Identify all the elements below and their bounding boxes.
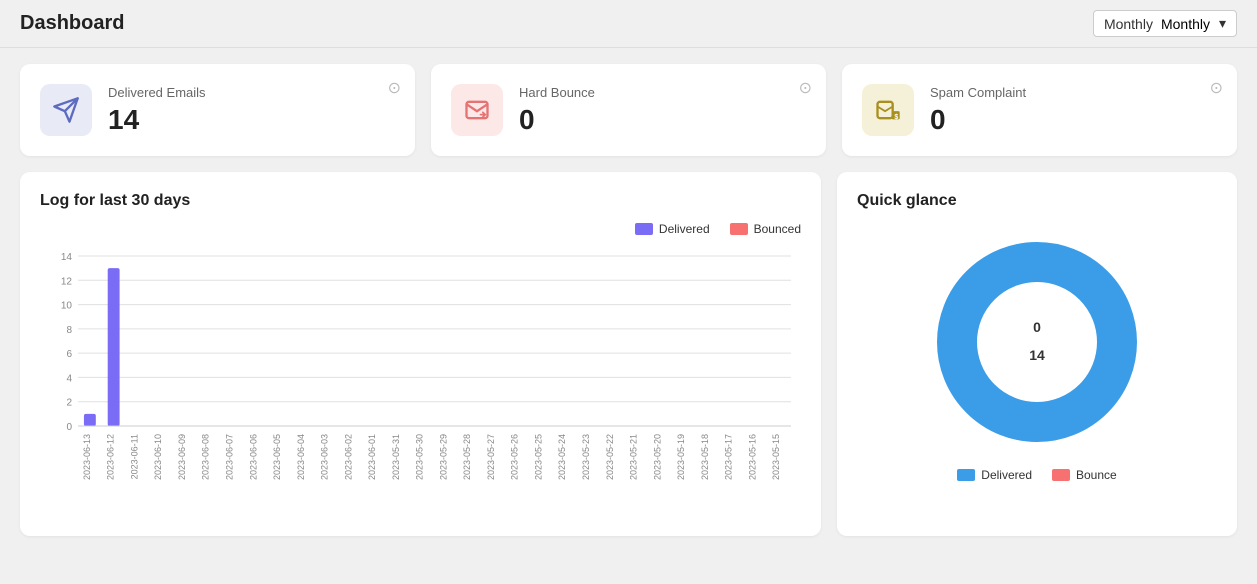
svg-text:4: 4 <box>66 373 72 384</box>
svg-text:2023-05-16: 2023-05-16 <box>747 434 757 480</box>
period-dropdown[interactable]: Monthly Weekly Daily <box>1161 16 1211 32</box>
svg-text:10: 10 <box>61 301 73 312</box>
legend-delivered-label: Delivered <box>659 222 710 236</box>
svg-text:0: 0 <box>66 422 72 433</box>
legend-bounced: Bounced <box>730 222 801 236</box>
svg-text:2023-05-15: 2023-05-15 <box>771 434 781 480</box>
spam-icon: $ <box>874 96 902 124</box>
svg-text:6: 6 <box>66 349 72 360</box>
spam-complaint-icon-bg: $ <box>862 84 914 136</box>
spam-complaint-card: $ Spam Complaint 0 ⊙ <box>842 64 1237 156</box>
chart-area: 0 2 4 6 8 10 12 14 2023-06-13 2023-06-12 2023-06-1… <box>40 246 801 516</box>
page-header: Dashboard Monthly Monthly Weekly Daily ▾ <box>0 0 1257 48</box>
spam-complaint-text: Spam Complaint 0 <box>930 85 1026 136</box>
svg-text:2023-05-30: 2023-05-30 <box>415 434 425 480</box>
svg-text:2023-05-29: 2023-05-29 <box>438 434 448 480</box>
period-selector[interactable]: Monthly Monthly Weekly Daily ▾ <box>1093 10 1237 37</box>
svg-text:2023-05-25: 2023-05-25 <box>533 434 543 480</box>
main-content: Delivered Emails 14 ⊙ Hard Bounce 0 ⊙ <box>0 48 1257 552</box>
delivered-emails-label: Delivered Emails <box>108 85 206 100</box>
svg-text:14: 14 <box>61 252 73 263</box>
donut-area: 0 14 Delivered Bounce <box>857 222 1217 482</box>
svg-text:2023-05-21: 2023-05-21 <box>629 434 639 480</box>
svg-text:2023-05-18: 2023-05-18 <box>700 434 710 480</box>
donut-legend-bounce: Bounce <box>1052 468 1117 482</box>
svg-text:2023-06-06: 2023-06-06 <box>248 434 258 480</box>
legend-bounced-dot <box>730 223 748 235</box>
svg-text:2023-06-12: 2023-06-12 <box>106 434 116 480</box>
donut-legend-delivered-label: Delivered <box>981 468 1032 482</box>
hard-bounce-info-icon: ⊙ <box>799 78 812 98</box>
donut-legend-delivered-dot <box>957 469 975 481</box>
svg-text:8: 8 <box>66 325 72 336</box>
delivered-emails-icon-bg <box>40 84 92 136</box>
bottom-row: Log for last 30 days Delivered Bounced 0… <box>20 172 1237 536</box>
svg-text:2: 2 <box>66 398 72 409</box>
chart-legend: Delivered Bounced <box>40 222 801 236</box>
svg-text:2023-05-24: 2023-05-24 <box>557 434 567 480</box>
svg-text:2023-06-09: 2023-06-09 <box>177 434 187 480</box>
svg-text:2023-06-13: 2023-06-13 <box>82 434 92 480</box>
svg-text:2023-05-22: 2023-05-22 <box>605 434 615 480</box>
hard-bounce-label: Hard Bounce <box>519 85 595 100</box>
hard-bounce-value: 0 <box>519 104 595 136</box>
svg-text:2023-06-10: 2023-06-10 <box>153 434 163 480</box>
svg-text:2023-05-17: 2023-05-17 <box>724 434 734 480</box>
stat-cards-row: Delivered Emails 14 ⊙ Hard Bounce 0 ⊙ <box>20 64 1237 156</box>
hard-bounce-card: Hard Bounce 0 ⊙ <box>431 64 826 156</box>
svg-text:2023-06-04: 2023-06-04 <box>296 434 306 480</box>
svg-text:2023-05-27: 2023-05-27 <box>486 434 496 480</box>
svg-text:2023-05-31: 2023-05-31 <box>391 434 401 480</box>
svg-text:2023-06-08: 2023-06-08 <box>201 434 211 480</box>
svg-text:2023-06-11: 2023-06-11 <box>129 434 139 479</box>
hard-bounce-text: Hard Bounce 0 <box>519 85 595 136</box>
bar-chart-card: Log for last 30 days Delivered Bounced 0… <box>20 172 821 536</box>
delivered-emails-value: 14 <box>108 104 206 136</box>
legend-delivered: Delivered <box>635 222 710 236</box>
hard-bounce-icon-bg <box>451 84 503 136</box>
page-title: Dashboard <box>20 12 124 35</box>
donut-legend-delivered: Delivered <box>957 468 1032 482</box>
svg-text:2023-05-28: 2023-05-28 <box>462 434 472 480</box>
svg-text:$: $ <box>894 114 898 121</box>
delivered-emails-card: Delivered Emails 14 ⊙ <box>20 64 415 156</box>
period-label: Monthly <box>1104 16 1153 32</box>
donut-center-top: 0 <box>1033 319 1041 335</box>
legend-delivered-dot <box>635 223 653 235</box>
svg-text:2023-05-20: 2023-05-20 <box>652 434 662 480</box>
svg-text:2023-06-01: 2023-06-01 <box>367 434 377 480</box>
donut-legend-bounce-dot <box>1052 469 1070 481</box>
delivered-emails-text: Delivered Emails 14 <box>108 85 206 136</box>
donut-card: Quick glance 0 14 Delivered <box>837 172 1237 536</box>
donut-title: Quick glance <box>857 192 1217 210</box>
svg-text:2023-06-07: 2023-06-07 <box>224 434 234 480</box>
donut-legend: Delivered Bounce <box>957 468 1116 482</box>
svg-text:2023-05-26: 2023-05-26 <box>510 434 520 480</box>
delivered-emails-info-icon: ⊙ <box>388 78 401 98</box>
chevron-down-icon: ▾ <box>1219 15 1226 32</box>
svg-text:12: 12 <box>61 276 73 287</box>
donut-legend-bounce-label: Bounce <box>1076 468 1117 482</box>
chart-title: Log for last 30 days <box>40 192 801 210</box>
spam-complaint-value: 0 <box>930 104 1026 136</box>
donut-chart-svg: 0 14 <box>927 232 1147 452</box>
svg-text:2023-06-03: 2023-06-03 <box>320 434 330 480</box>
bar-chart-svg: 0 2 4 6 8 10 12 14 2023-06-13 2023-06-12 2023-06-1… <box>40 246 801 516</box>
spam-complaint-info-icon: ⊙ <box>1210 78 1223 98</box>
svg-text:2023-05-19: 2023-05-19 <box>676 434 686 480</box>
svg-text:2023-06-05: 2023-06-05 <box>272 434 282 480</box>
svg-text:2023-05-23: 2023-05-23 <box>581 434 591 480</box>
bounce-mail-icon <box>463 96 491 124</box>
legend-bounced-label: Bounced <box>754 222 801 236</box>
paper-plane-icon <box>52 96 80 124</box>
donut-center-bottom: 14 <box>1029 347 1045 363</box>
spam-complaint-label: Spam Complaint <box>930 85 1026 100</box>
svg-text:2023-06-02: 2023-06-02 <box>343 434 353 480</box>
